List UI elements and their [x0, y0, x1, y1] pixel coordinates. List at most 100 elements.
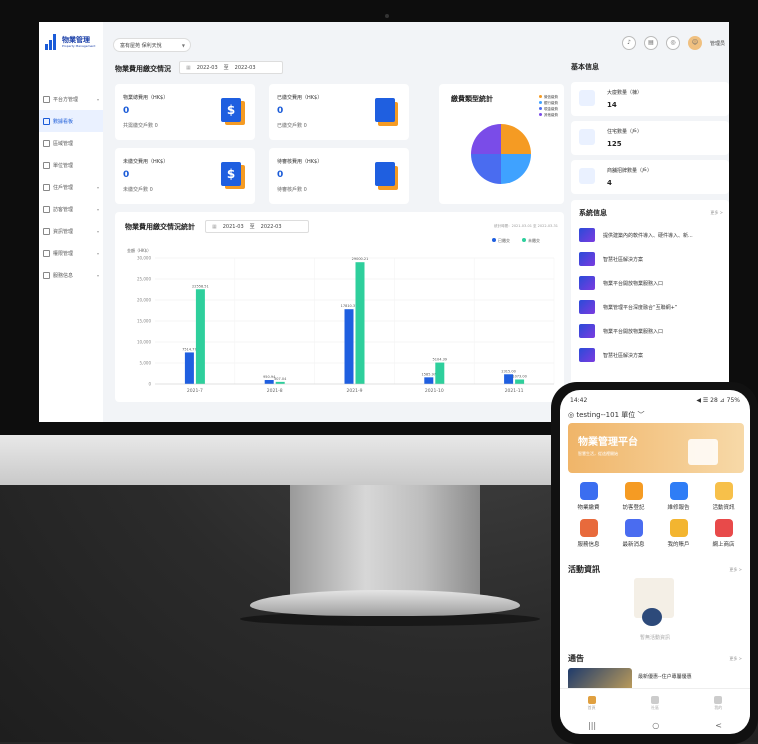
service-activity[interactable]: 活動資訊 [701, 482, 746, 511]
info-value: 4 [607, 179, 612, 187]
data-label: 1585.97 [422, 372, 436, 376]
topbar: 富有屋苑 保利天悅 ▼ ♪ ▤ ◎ ☺ 管理员 [103, 22, 729, 52]
data-label: 22558.51 [192, 284, 209, 288]
card-label: 待審核費用（HK$） [277, 159, 323, 165]
y-tick-label: 10,000 [137, 340, 151, 345]
monitor-stand-base [250, 590, 520, 616]
unit-selector[interactable]: ◎ testing--101 單位 ﹀ [568, 410, 644, 420]
sidebar-item-label: 平台方管理 [53, 96, 79, 103]
chevron-down-icon: ▾ [96, 206, 99, 212]
bell-icon[interactable]: ♪ [621, 36, 636, 50]
service-info[interactable]: 服務信息 [566, 519, 611, 548]
x-tick-label: 2021-7 [187, 388, 203, 394]
service-label: 服務信息 [577, 542, 600, 548]
news-item[interactable]: 提供建築內的軟件導入、硬件導入、新... [579, 228, 693, 242]
card-sub: 未繳交戶數 0 [123, 187, 153, 193]
info-card-residences: 住宅數量（戶） 125 [571, 121, 729, 155]
news-title: 物業平台開放物業服務入口 [603, 280, 664, 287]
sidebar-item-label: 資訊管理 [53, 228, 74, 235]
bar-未繳交 [355, 262, 365, 384]
document-icon[interactable]: ▤ [643, 36, 658, 50]
service-visitor[interactable]: 訪客登記 [611, 482, 656, 511]
globe-icon[interactable]: ◎ [665, 36, 680, 50]
y-tick-label: 20,000 [137, 298, 151, 303]
sidebar-item-platform[interactable]: 平台方管理 ▾ [39, 88, 103, 110]
legend-marker [492, 238, 496, 242]
sidebar-item-label: 訪客管理 [53, 206, 74, 213]
bar-已繳交 [424, 377, 434, 384]
service-label: 訪客登記 [622, 505, 645, 511]
chevron-down-icon: ▾ [96, 228, 99, 234]
sidebar-item-dashboard[interactable]: 數據看板 [39, 110, 103, 132]
back-button[interactable]: < [715, 721, 722, 730]
news-item[interactable]: 物業平台開放物業服務入口 [579, 276, 663, 290]
sidebar-item-region[interactable]: 區域管理 [39, 132, 103, 154]
news-item[interactable]: 物業管理平台深度融合“互聯網+” [579, 300, 677, 314]
bell-icon [624, 519, 643, 537]
more-link[interactable]: 更多 > [710, 210, 723, 216]
sidebar-item-residents[interactable]: 住戶管理 ▾ [39, 176, 103, 198]
unit-name: testing--101 單位 [576, 411, 636, 419]
date-to: 2022-03 [260, 223, 282, 230]
news-title: 智慧社區解決方案 [603, 352, 644, 359]
chart-title: 物業費用繳交情況統計 [125, 223, 195, 231]
card-value: 0 [277, 170, 284, 180]
activity-more-link[interactable]: 更多 > [729, 567, 742, 573]
sidebar-item-info[interactable]: 資訊管理 ▾ [39, 220, 103, 242]
tab-community[interactable]: 社區 [650, 695, 659, 711]
phone-banner[interactable]: 物業管理平台 智慧生活，從這裡開始 [568, 423, 744, 473]
scene-background: 物業管理 Property Management 平台方管理 ▾ 數據看板 區域管… [0, 0, 758, 744]
date-to: 2022-03 [234, 64, 256, 71]
sidebar-item-visitors[interactable]: 訪客管理 ▾ [39, 198, 103, 220]
data-label: 2315.00 [501, 369, 515, 373]
bar-未繳交 [275, 381, 285, 384]
service-shop[interactable]: 網上商店 [701, 519, 746, 548]
recent-apps-button[interactable]: ||| [588, 721, 596, 730]
x-tick-label: 2021-9 [347, 388, 363, 394]
visitor-icon [624, 482, 643, 500]
community-select[interactable]: 富有屋苑 保利天悅 ▼ [113, 38, 191, 52]
home-button[interactable]: ○ [652, 721, 659, 730]
menu-icon [43, 161, 50, 169]
basic-info-title: 基本信息 [571, 63, 599, 71]
menu-icon [43, 205, 50, 213]
service-label: 我的賬戶 [667, 542, 690, 548]
data-label: 1073.00 [512, 374, 526, 378]
fee-date-range[interactable]: ▦ 2022-03 至 2022-03 [179, 61, 283, 74]
service-account[interactable]: 我的賬戶 [656, 519, 701, 548]
tab-home[interactable]: 首頁 [587, 695, 596, 711]
notice-more-link[interactable]: 更多 > [729, 656, 742, 662]
menu-icon [43, 139, 50, 147]
sidebar-item-services[interactable]: 服務信息 ▾ [39, 264, 103, 286]
chart-date-range[interactable]: ▦ 2021-03 至 2022-03 [205, 220, 309, 233]
news-item[interactable]: 物業平台開放物業服務入口 [579, 324, 663, 338]
service-fee[interactable]: 物業繳費 [566, 482, 611, 511]
tab-label: 我的 [714, 704, 723, 710]
sidebar-item-label: 單位管理 [53, 162, 74, 169]
logo[interactable]: 物業管理 Property Management [45, 34, 95, 50]
tab-me[interactable]: 我的 [714, 695, 723, 711]
service-news[interactable]: 最新消息 [611, 519, 656, 548]
chevron-down-icon: ▾ [96, 96, 99, 102]
bar-未繳交 [195, 289, 205, 384]
sidebar: 物業管理 Property Management 平台方管理 ▾ 數據看板 區域管… [39, 22, 103, 422]
empty-state-text: 暫無活動資訊 [639, 635, 670, 641]
sidebar-item-label: 區域管理 [53, 140, 74, 147]
chevron-down-icon: ▾ [96, 272, 99, 278]
card-value: 0 [123, 106, 130, 116]
admin-label[interactable]: 管理员 [710, 40, 725, 47]
legend-item: 其他繳費 [539, 112, 558, 118]
news-item[interactable]: 智慧社區解決方案 [579, 348, 643, 362]
y-tick-label: 0 [148, 382, 151, 387]
avatar[interactable]: ☺ [687, 36, 702, 50]
notice-item-title[interactable]: 最新優惠--住户專屬優惠 [638, 673, 692, 680]
news-item[interactable]: 智慧社區解決方案 [579, 252, 643, 266]
info-value: 125 [607, 140, 622, 148]
x-tick-label: 2021-8 [267, 388, 283, 394]
service-repair[interactable]: 維修報告 [656, 482, 701, 511]
fee-chart-card: 物業費用繳交情況統計 ▦ 2021-03 至 2022-03 統計時間：2021… [115, 212, 564, 402]
sidebar-item-unit[interactable]: 單位管理 [39, 154, 103, 176]
sidebar-item-permissions[interactable]: 權限管理 ▾ [39, 242, 103, 264]
pie-slice-other [471, 124, 501, 154]
sidebar-menu: 平台方管理 ▾ 數據看板 區域管理 單位管理 住戶管理 ▾ 訪客管理 ▾ 資訊管理 ▾ … [39, 88, 103, 286]
